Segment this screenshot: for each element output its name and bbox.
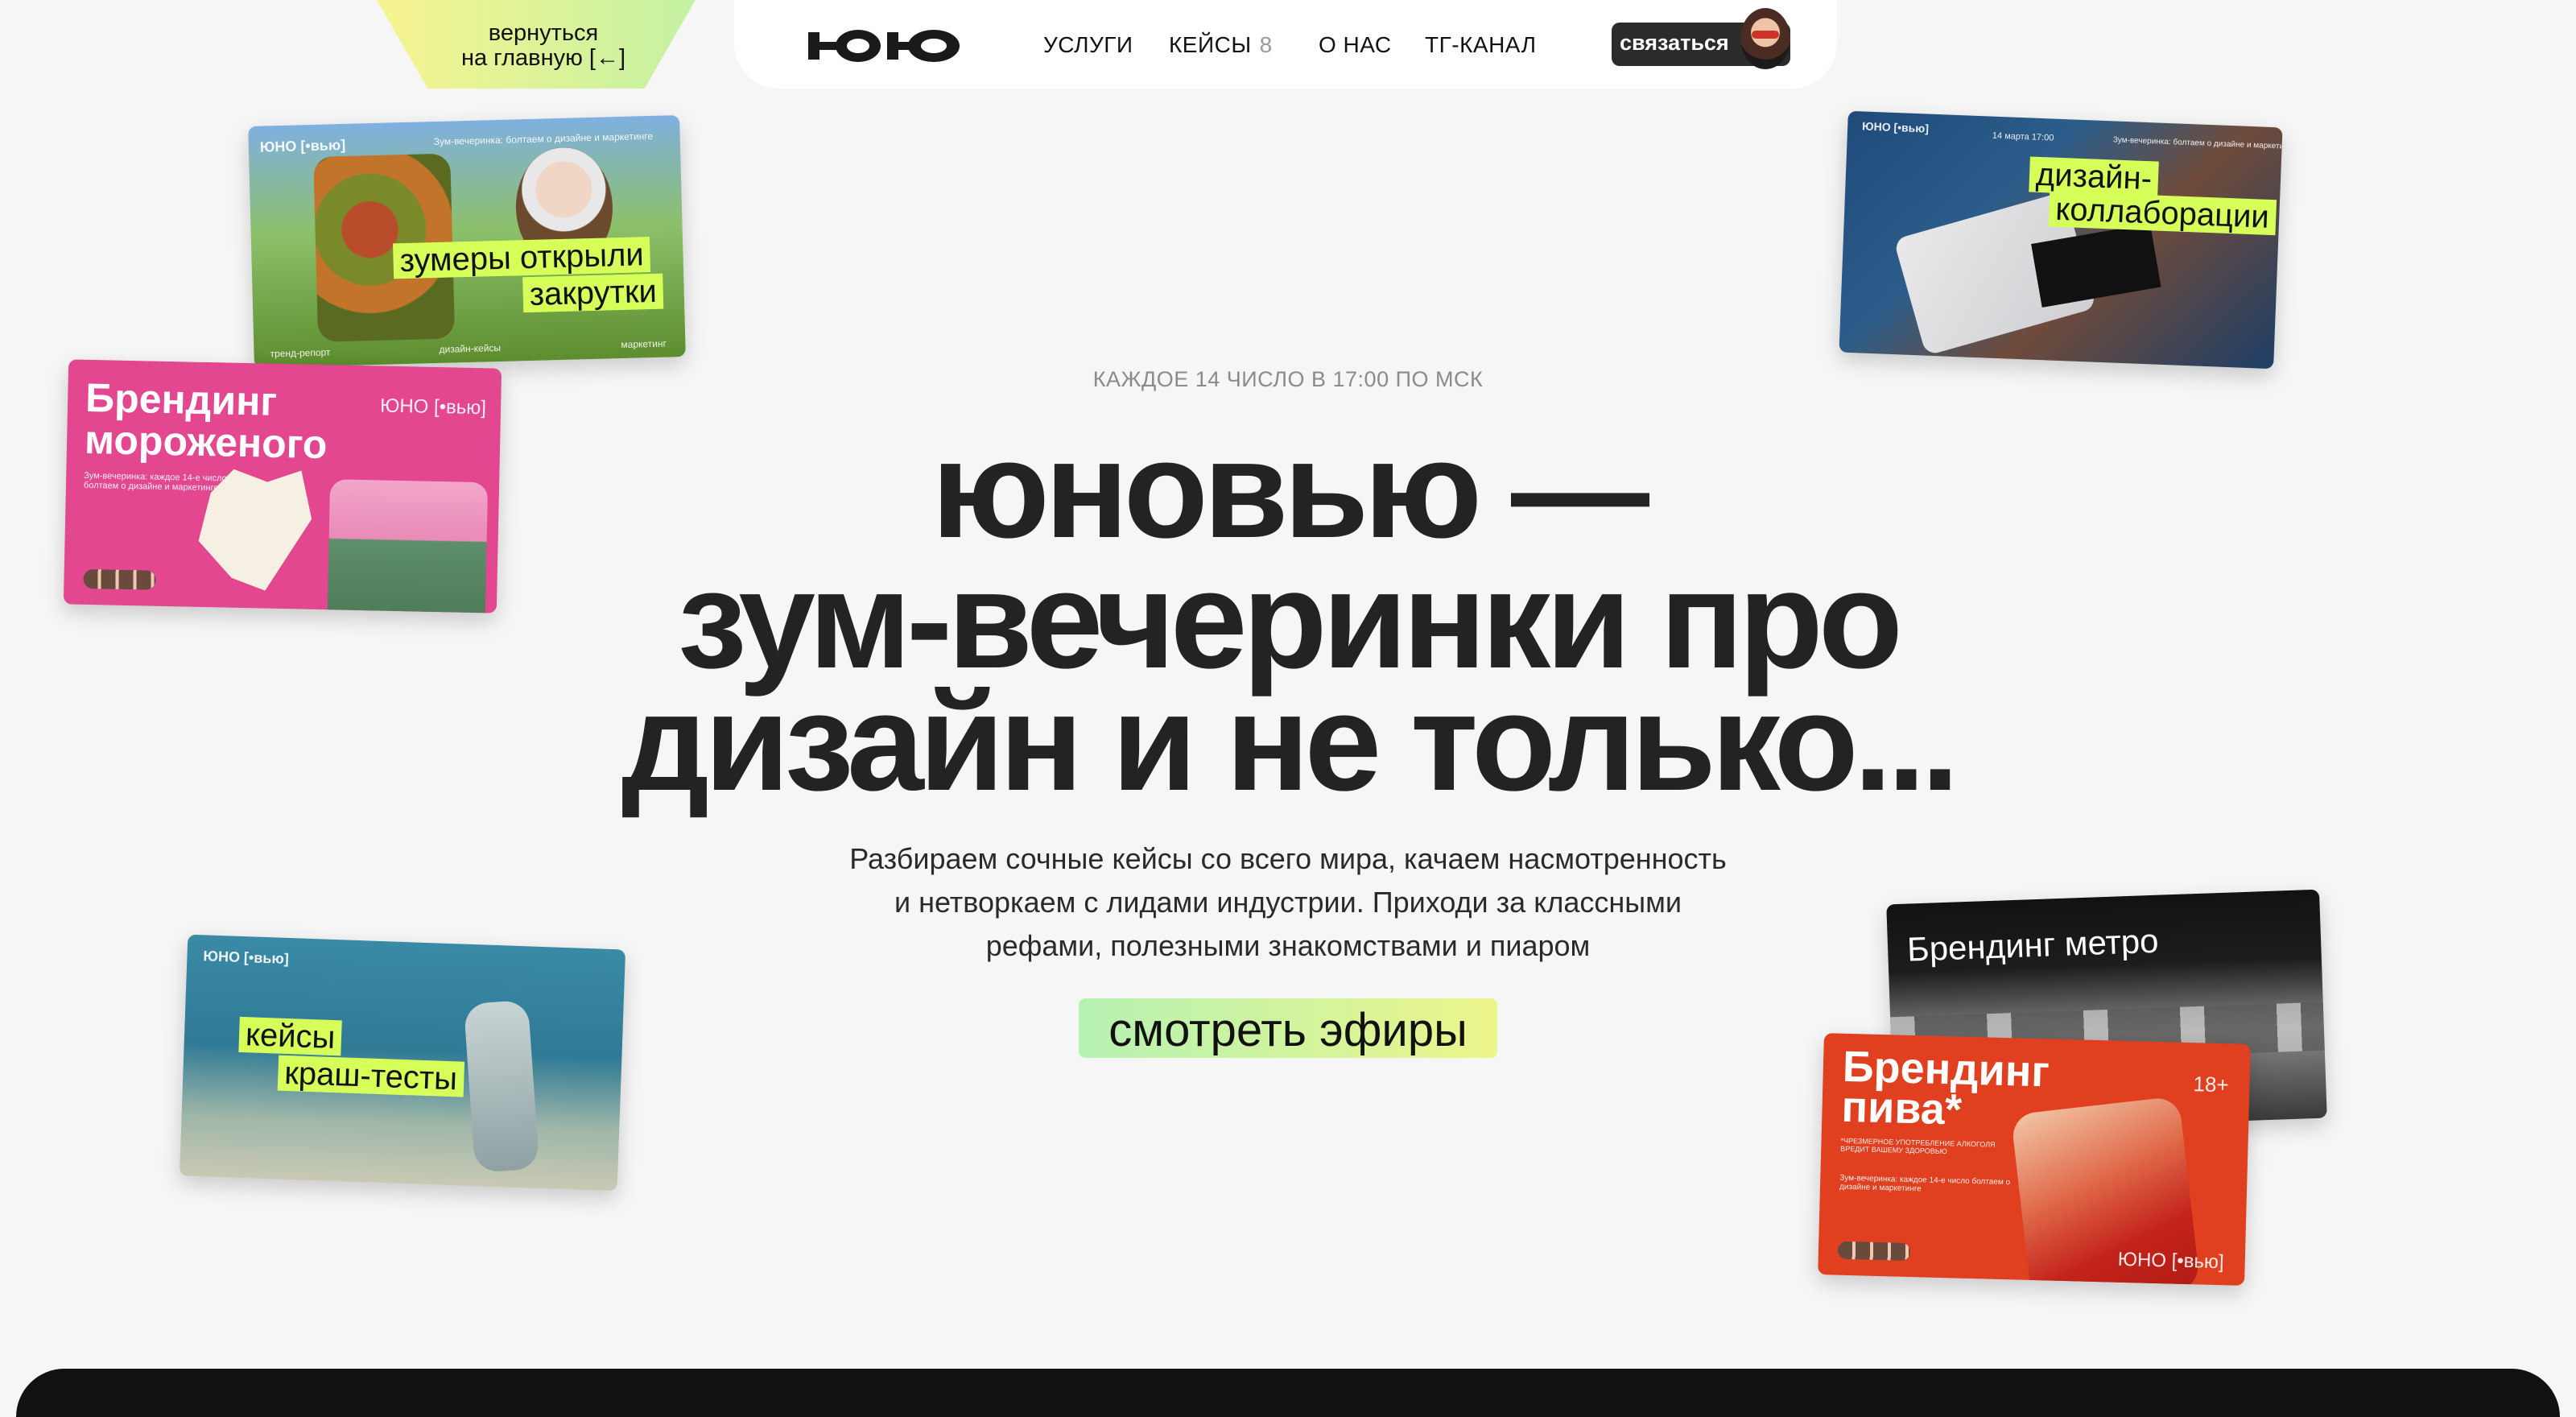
nav-about[interactable]: О НАС	[1319, 32, 1392, 58]
card-tag-line1: дизайн-	[2029, 156, 2159, 197]
card-foot-1: тренд-репорт	[270, 346, 331, 360]
hero-title-line3: дизайн и не только...	[621, 665, 1959, 820]
hero-title-line1: юновью —	[931, 412, 1649, 567]
nav-tg-label: ТГ-КАНАЛ	[1425, 32, 1537, 57]
card-date: 14 марта 17:00	[1992, 130, 2054, 143]
phone-image	[463, 999, 540, 1173]
card-tag-line2: закрутки	[522, 273, 664, 313]
back-home-line2: на главную [←]	[460, 45, 626, 71]
contact-button-label: связаться	[1620, 31, 1729, 55]
card-zoomers-preserves[interactable]: ЮНО [•вью] Зум-вечеринка: болтаем о диза…	[248, 115, 686, 368]
card-logo: ЮНО [•вью]	[1861, 119, 1930, 135]
card-beer-branding[interactable]: Брендинг пива* 18+ *ЧРЕЗМЕРНОЕ УПОТРЕБЛЕ…	[1818, 1033, 2251, 1286]
nav-about-label: О НАС	[1319, 32, 1392, 57]
nav-cases-label: КЕЙСЫ	[1169, 32, 1252, 57]
sunglasses-icon	[1752, 31, 1779, 39]
avatar	[1740, 8, 1790, 69]
card-foot-3: маркетинг	[621, 337, 667, 351]
card-warning: *ЧРЕЗМЕРНОЕ УПОТРЕБЛЕНИЕ АЛКОГОЛЯ ВРЕДИТ…	[1840, 1136, 1996, 1156]
footer-section-edge	[16, 1369, 2560, 1417]
hero-description: Разбираем сочные кейсы со всего мира, ка…	[0, 837, 2576, 968]
card-title-line2: пива*	[1840, 1082, 1963, 1134]
card-tag-line1: зумеры открыли	[393, 237, 651, 279]
hero-desc-line3: рефами, полезными знакомствами и пиаром	[985, 929, 1591, 962]
card-crash-tests[interactable]: ЮНО [•вью] кейсы краш-тесты	[179, 934, 626, 1192]
card-tag-line1: кейсы	[238, 1016, 343, 1056]
hero-desc-line1: Разбираем сочные кейсы со всего мира, ка…	[849, 842, 1727, 875]
hero-desc-line2: и нетворкаем с лидами индустрии. Приходи…	[894, 886, 1682, 919]
nav-cases-count: 8	[1259, 32, 1273, 57]
card-logo: ЮНО [•вью]	[259, 136, 346, 155]
nav-services-label: УСЛУГИ	[1043, 32, 1133, 57]
back-home-link[interactable]: вернуться на главную [←]	[435, 21, 652, 71]
card-age-badge: 18+	[2193, 1072, 2230, 1097]
card-tag-line2: коллаборации	[2048, 191, 2277, 236]
yuno-logo[interactable]	[808, 26, 961, 66]
hero-eyebrow: КАЖДОЕ 14 ЧИСЛО В 17:00 ПО МСК	[1092, 367, 1484, 391]
card-tag-line2: краш-тесты	[277, 1055, 464, 1097]
card-design-collabs[interactable]: ЮНО [•вью] 14 марта 17:00 Зум-вечеринка:…	[1839, 110, 2283, 370]
nav-services[interactable]: УСЛУГИ	[1043, 32, 1133, 58]
watch-streams-label: смотреть эфиры	[1108, 1004, 1468, 1056]
card-header: Зум-вечеринка: болтаем о дизайне и марке…	[433, 130, 654, 148]
nav-tg-channel[interactable]: ТГ-КАНАЛ	[1425, 32, 1536, 58]
card-subtitle: Зум-вечеринка: каждое 14-е число болтаем…	[1839, 1173, 2011, 1194]
card-header: Зум-вечеринка: болтаем о дизайне и марке…	[2112, 135, 2283, 152]
card-foot-2: дизайн-кейсы	[439, 341, 502, 355]
back-home-line1: вернуться	[488, 20, 599, 46]
speakers-avatars	[1837, 1241, 1911, 1262]
card-logo: ЮНО [•вью]	[2117, 1248, 2224, 1274]
nav-cases[interactable]: КЕЙСЫ 8	[1169, 32, 1273, 58]
card-logo: ЮНО [•вью]	[379, 395, 487, 419]
